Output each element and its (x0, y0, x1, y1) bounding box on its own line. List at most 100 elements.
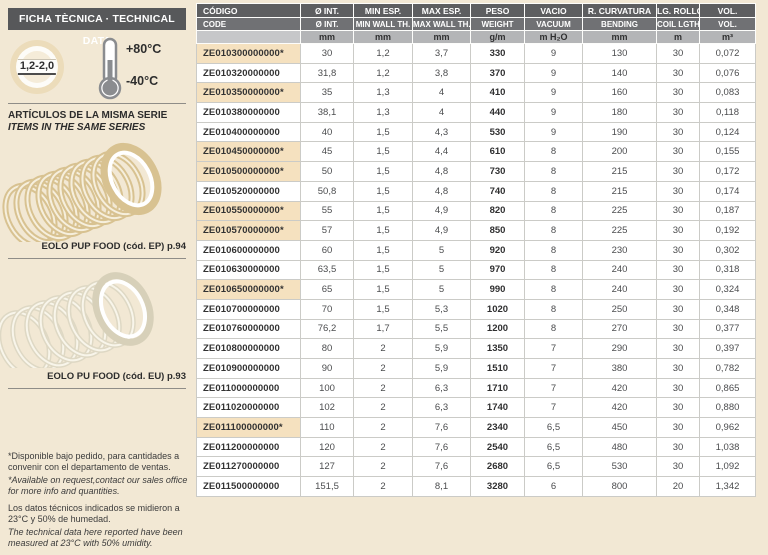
table-cell: 30 (657, 63, 700, 83)
table-row: ZE011100000000*11027,623406,5450300,962 (197, 418, 756, 438)
table-cell: 45 (301, 142, 354, 162)
table-cell: 0,172 (700, 162, 756, 182)
table-cell: 30 (657, 181, 700, 201)
table-cell: 970 (471, 260, 525, 280)
product-code-cell: ZE011200000000 (197, 437, 301, 457)
table-cell: 1510 (471, 359, 525, 379)
table-cell: 5,9 (413, 339, 471, 359)
table-cell: 9 (525, 103, 583, 123)
column-header-es: CÓDIGO (197, 4, 301, 18)
thermometer-icon (96, 36, 124, 100)
header-row-en: CODEØ INT.MIN WALL TH.MAX WALL TH.WEIGHT… (197, 18, 756, 31)
table-cell: 225 (583, 221, 657, 241)
table-cell: 1350 (471, 339, 525, 359)
table-cell: 5,3 (413, 299, 471, 319)
table-cell: 450 (583, 418, 657, 438)
technical-data-table-area: CÓDIGOØ INT.MIN ESP.MAX ESP.PESOVACIOR. … (196, 3, 756, 497)
table-cell: 0,083 (700, 83, 756, 103)
table-cell: 8 (525, 280, 583, 300)
table-cell: 480 (583, 437, 657, 457)
table-cell: 8 (525, 201, 583, 221)
table-cell: 1,5 (354, 122, 413, 142)
table-cell: 80 (301, 339, 354, 359)
column-header-en: WEIGHT (471, 18, 525, 31)
table-cell: 76,2 (301, 319, 354, 339)
column-header-unit (197, 31, 301, 44)
table-cell: 4,9 (413, 221, 471, 241)
table-cell: 7 (525, 398, 583, 418)
table-cell: 1,3 (354, 103, 413, 123)
table-cell: 4,8 (413, 162, 471, 182)
product-code-cell: ZE010400000000 (197, 122, 301, 142)
same-series-heading-en: ITEMS IN THE SAME SERIES (8, 122, 167, 134)
same-series-heading-es: ARTÍCULOS DE LA MISMA SERIE (8, 110, 167, 122)
table-cell: 2340 (471, 418, 525, 438)
table-cell: 3280 (471, 477, 525, 497)
header-row-es: CÓDIGOØ INT.MIN ESP.MAX ESP.PESOVACIOR. … (197, 4, 756, 18)
table-cell: 1,5 (354, 142, 413, 162)
table-cell: 30 (657, 162, 700, 182)
table-cell: 6,5 (525, 457, 583, 477)
table-cell: 7,6 (413, 457, 471, 477)
table-cell: 2 (354, 398, 413, 418)
table-cell: 7,6 (413, 437, 471, 457)
product-code-cell: ZE010600000000 (197, 240, 301, 260)
column-header-en: CODE (197, 18, 301, 31)
table-row: ZE010700000000701,55,310208250300,348 (197, 299, 756, 319)
table-cell: 1710 (471, 378, 525, 398)
table-cell: 0,397 (700, 339, 756, 359)
table-cell: 4,8 (413, 181, 471, 201)
table-cell: 530 (583, 457, 657, 477)
column-header-es: MIN ESP. (354, 4, 413, 18)
column-header-es: PESO (471, 4, 525, 18)
table-cell: 60 (301, 240, 354, 260)
table-cell: 1,5 (354, 260, 413, 280)
product-code-cell: ZE011020000000 (197, 398, 301, 418)
table-cell: 4,3 (413, 122, 471, 142)
table-cell: 3,8 (413, 63, 471, 83)
table-cell: 0,302 (700, 240, 756, 260)
table-cell: 4 (413, 103, 471, 123)
product-code-cell: ZE010450000000* (197, 142, 301, 162)
table-cell: 1,5 (354, 280, 413, 300)
table-cell: 820 (471, 201, 525, 221)
table-cell: 850 (471, 221, 525, 241)
column-header-en: COIL LGTH. (657, 18, 700, 31)
table-cell: 20 (657, 477, 700, 497)
table-cell: 30 (657, 457, 700, 477)
table-cell: 610 (471, 142, 525, 162)
table-cell: 1,2 (354, 44, 413, 64)
table-cell: 2 (354, 457, 413, 477)
table-row: ZE01102000000010226,317407420300,880 (197, 398, 756, 418)
table-cell: 0,076 (700, 63, 756, 83)
table-cell: 380 (583, 359, 657, 379)
product-code-cell: ZE010570000000* (197, 221, 301, 241)
table-cell: 65 (301, 280, 354, 300)
table-cell: 30 (657, 437, 700, 457)
table-cell: 6,3 (413, 398, 471, 418)
table-cell: 0,348 (700, 299, 756, 319)
table-cell: 5 (413, 260, 471, 280)
table-cell: 1,092 (700, 457, 756, 477)
table-cell: 100 (301, 378, 354, 398)
table-cell: 290 (583, 339, 657, 359)
table-cell: 7,6 (413, 418, 471, 438)
table-cell: 0,187 (700, 201, 756, 221)
product-code-cell: ZE010900000000 (197, 359, 301, 379)
column-header-en: MIN WALL TH. (354, 18, 413, 31)
table-cell: 2 (354, 378, 413, 398)
table-cell: 130 (583, 44, 657, 64)
table-cell: 800 (583, 477, 657, 497)
column-header-unit: g/m (471, 31, 525, 44)
table-cell: 0,072 (700, 44, 756, 64)
table-row: ZE01076000000076,21,75,512008270300,377 (197, 319, 756, 339)
column-header-es: MAX ESP. (413, 4, 471, 18)
table-row: ZE01038000000038,11,344409180300,118 (197, 103, 756, 123)
table-cell: 151,5 (301, 477, 354, 497)
table-cell: 1,5 (354, 162, 413, 182)
table-cell: 0,174 (700, 181, 756, 201)
table-row: ZE010600000000601,559208230300,302 (197, 240, 756, 260)
table-cell: 0,782 (700, 359, 756, 379)
product-code-cell: ZE010300000000* (197, 44, 301, 64)
table-cell: 57 (301, 221, 354, 241)
